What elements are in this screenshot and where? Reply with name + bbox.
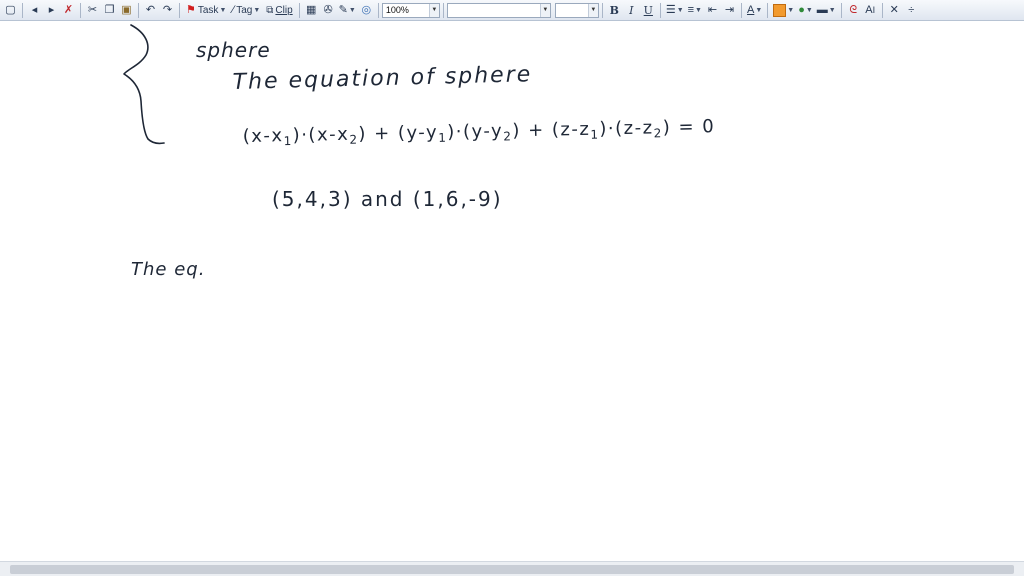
flag-icon: ⚑ [186, 3, 196, 16]
toolbar-divider [659, 2, 661, 18]
tag-button[interactable]: ∕ Tag ▼ [230, 2, 262, 19]
toolbar-divider [22, 2, 23, 18]
ink-layer [123, 24, 165, 145]
toolbar: ▢ ◂ ▸ ✗ ✂ ❐ ▣ ↶ ↷ ⚑ Task ▼ ∕ Tag ▼ ⧉ Cli… [0, 0, 1024, 21]
note-line-points: (5,4,3) and (1,6,-9) [272, 187, 503, 211]
task-label: Task [197, 4, 219, 16]
delete-icon[interactable]: ✗ [61, 2, 76, 19]
outdent-icon[interactable]: ⇤ [705, 2, 720, 19]
tag-label: Tag [236, 4, 253, 16]
chevron-down-icon: ▼ [787, 6, 795, 14]
font-color-button[interactable]: A ▼ [746, 2, 763, 19]
font-name-select[interactable]: ▼ [446, 2, 551, 18]
formula-subscript: 1 [438, 130, 448, 145]
toolbar-divider [881, 2, 883, 18]
toolbar-divider [840, 2, 842, 18]
formula-subscript: 2 [503, 129, 513, 144]
line-width-button[interactable]: ▬ ▼ [816, 2, 837, 19]
clip-icon: ⧉ [266, 4, 274, 16]
eraser-icon[interactable]: ✕ [887, 2, 902, 19]
formula-subscript: 2 [349, 132, 359, 147]
tag-pen-icon: ∕ [232, 3, 235, 16]
chevron-down-icon: ▼ [428, 3, 439, 17]
clip-label: Clip [275, 4, 293, 16]
toolbar-divider [80, 2, 81, 18]
back-icon[interactable]: ◂ [27, 2, 42, 19]
scrollbar-thumb[interactable] [10, 565, 1014, 574]
formula-subscript: 2 [653, 126, 663, 141]
toolbar-divider [377, 2, 379, 18]
formula-part: ) + (z-z [512, 118, 591, 142]
chevron-down-icon: ▼ [587, 3, 598, 17]
toolbar-divider [767, 2, 769, 18]
note-line-eq-start: The eq. [131, 259, 206, 280]
formula-part: )·(y-y [447, 120, 504, 143]
font-size-select[interactable]: ▼ [554, 2, 599, 18]
chevron-down-icon: ▼ [755, 6, 763, 14]
highlighter-button[interactable]: ▼ [772, 2, 795, 19]
bold-button[interactable]: B [607, 2, 622, 19]
chevron-down-icon: ▼ [219, 6, 227, 14]
formula-part: )·(x-x [292, 123, 350, 146]
toolbar-divider [740, 2, 742, 18]
formula-part: (x-x [242, 125, 284, 148]
bullet-list-icon[interactable]: ☰ ▼ [665, 2, 685, 19]
undo-icon[interactable]: ↶ [143, 2, 158, 19]
table-icon[interactable]: ▦ [304, 2, 319, 19]
indent-icon[interactable]: ⇥ [722, 2, 737, 19]
ink-color-button[interactable]: ● ▼ [797, 2, 814, 19]
italic-button[interactable]: I [624, 2, 639, 19]
text-size-label: A [865, 3, 873, 16]
toolbar-divider [601, 2, 603, 18]
highlighter-icon [773, 3, 787, 17]
note-line-sphere: sphere [196, 38, 271, 62]
task-button[interactable]: ⚑ Task ▼ [184, 2, 228, 19]
new-page-icon[interactable]: ▢ [3, 2, 18, 19]
chevron-down-icon: ▼ [828, 6, 836, 14]
chevron-down-icon: ▼ [539, 3, 550, 17]
toolbar-divider [298, 2, 300, 18]
chevron-down-icon: ▼ [253, 6, 261, 14]
toolbar-divider [179, 2, 180, 18]
note-canvas[interactable]: sphere The equation of sphere (x-x1)·(x-… [0, 21, 1024, 561]
numbered-list-icon[interactable]: ≡ ▼ [687, 2, 703, 19]
text-cursor-icon: I [872, 4, 876, 15]
lasso-icon[interactable]: ᘓ [846, 2, 861, 19]
zoom-value: 100% [385, 5, 409, 15]
color-palette-icon: ● [798, 3, 805, 16]
line-width-icon: ▬ [816, 3, 828, 16]
insert-space-icon[interactable]: ÷ [904, 2, 919, 19]
formula-part: ) = 0 [662, 116, 716, 139]
clip-button[interactable]: ⧉ Clip [264, 2, 294, 19]
cut-icon[interactable]: ✂ [85, 2, 100, 19]
text-size-button[interactable]: A I [863, 2, 878, 19]
toolbar-divider [442, 2, 444, 18]
horizontal-scrollbar[interactable] [0, 561, 1024, 576]
font-color-label: A [746, 3, 755, 16]
copy-icon[interactable]: ❐ [102, 2, 117, 19]
redo-icon[interactable]: ↷ [160, 2, 175, 19]
toolbar-divider [138, 2, 139, 18]
web-icon[interactable]: ◎ [359, 2, 374, 19]
formula-part: ) + (y-y [358, 121, 439, 145]
handwritten-brace-stroke [123, 24, 165, 145]
chevron-down-icon: ▼ [805, 6, 813, 14]
formula-subscript: 1 [590, 127, 600, 142]
forward-icon[interactable]: ▸ [44, 2, 59, 19]
zoom-select[interactable]: 100% ▼ [381, 2, 440, 18]
underline-button[interactable]: U [641, 2, 656, 19]
attach-icon[interactable]: ✇ [321, 2, 336, 19]
paste-icon[interactable]: ▣ [119, 2, 134, 19]
formula-subscript: 1 [283, 133, 293, 149]
formula-part: )·(z-z [599, 117, 654, 140]
pen-tool-icon[interactable]: ✎ ▼ [338, 2, 357, 19]
